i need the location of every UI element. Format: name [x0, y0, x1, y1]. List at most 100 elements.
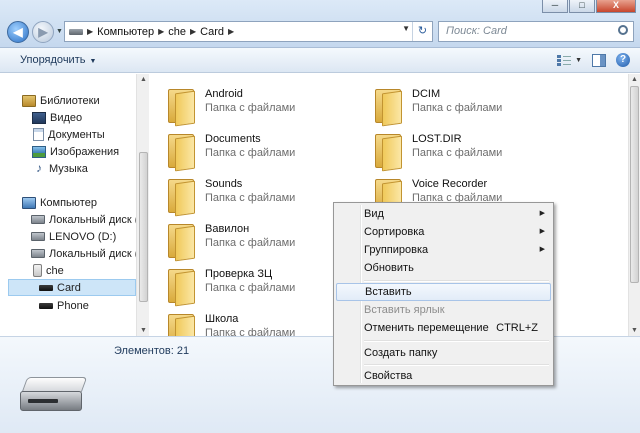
folder-item[interactable]: DCIM Папка с файлами: [373, 84, 573, 127]
sidebar-item-video[interactable]: Видео: [32, 109, 82, 126]
menu-item-paste[interactable]: Вставить: [336, 283, 551, 301]
sidebar-item-label: Видео: [50, 111, 83, 124]
sidebar-item-label: Музыка: [49, 162, 88, 175]
sidebar-item-label: Документы: [48, 128, 105, 141]
image-icon: [32, 145, 46, 158]
organize-button[interactable]: Упорядочить ▼: [20, 54, 96, 66]
organize-label: Упорядочить: [20, 54, 86, 66]
help-icon[interactable]: ?: [616, 53, 630, 67]
folder-name: Voice Recorder: [412, 178, 488, 190]
sidebar-item-phone[interactable]: Phone: [39, 297, 89, 314]
context-menu: Вид ▶ Сортировка ▶ Группировка ▶ Обновит…: [333, 202, 554, 386]
address-bar[interactable]: ▶ Компьютер ▶ che ▶ Card ▶ ▼ ↻: [64, 21, 433, 42]
menu-separator: [364, 364, 549, 366]
sidebar-item-label: che: [46, 264, 64, 277]
address-dropdown[interactable]: ▼: [402, 24, 410, 33]
menu-item-properties[interactable]: Свойства: [336, 367, 551, 385]
folder-icon: [166, 222, 196, 262]
menu-item-shortcut: CTRL+Z: [496, 322, 538, 334]
chevron-down-icon: ▼: [89, 58, 97, 65]
sidebar-item-computer[interactable]: Компьютер: [22, 194, 97, 211]
folder-type: Папка с файлами: [205, 192, 296, 204]
sidebar-item-images[interactable]: Изображения: [32, 143, 119, 160]
sidebar-item-libraries[interactable]: Библиотеки: [22, 92, 100, 109]
sidebar-item-music[interactable]: ♪ Музыка: [33, 160, 88, 177]
scroll-down-icon[interactable]: ▼: [140, 327, 147, 334]
folder-name: Школа: [205, 313, 239, 325]
scroll-down-icon[interactable]: ▼: [631, 327, 638, 334]
folder-item[interactable]: LOST.DIR Папка с файлами: [373, 129, 573, 172]
menu-item-undo-move[interactable]: Отменить перемещение CTRL+Z: [336, 319, 551, 337]
sidebar-item-documents[interactable]: Документы: [33, 126, 105, 143]
sidebar-item-label: Card: [57, 281, 81, 294]
views-icon[interactable]: [557, 53, 572, 67]
menu-item-refresh[interactable]: Обновить: [336, 259, 551, 277]
computer-icon: [22, 196, 36, 209]
sidebar-item-label: LENOVO (D:): [49, 230, 117, 243]
sidebar-item-local-disk-c[interactable]: Локальный диск (C: [31, 211, 146, 228]
title-bar: ─ □ X ◀ ▶ ▼ ▶ Компьютер ▶ che ▶ Card ▶ ▼…: [0, 0, 640, 48]
submenu-arrow-icon: ▶: [539, 210, 545, 217]
back-icon: ◀: [13, 25, 23, 39]
forward-button[interactable]: ▶: [32, 21, 54, 43]
search-icon[interactable]: [618, 25, 628, 35]
menu-item-view[interactable]: Вид ▶: [336, 205, 551, 223]
search-input[interactable]: Поиск: Card: [438, 21, 634, 42]
menu-item-sort[interactable]: Сортировка ▶: [336, 223, 551, 241]
document-icon: [33, 128, 44, 141]
folder-name: Вавилон: [205, 223, 250, 235]
music-icon: ♪: [36, 161, 42, 175]
breadcrumb-separator[interactable]: ▶: [190, 27, 196, 36]
folder-type: Папка с файлами: [412, 147, 503, 159]
sidebar-item-card[interactable]: Card: [8, 279, 136, 296]
scroll-up-icon[interactable]: ▲: [631, 76, 638, 83]
folder-icon: [166, 312, 196, 336]
folder-name: Sounds: [205, 178, 243, 190]
window-controls: ─ □ X: [542, 0, 636, 13]
folder-icon: [166, 132, 196, 172]
forward-icon: ▶: [38, 25, 48, 39]
content-scrollbar[interactable]: ▲ ▼: [628, 74, 640, 336]
recent-pages-dropdown[interactable]: ▼: [56, 28, 63, 35]
menu-item-paste-shortcut[interactable]: Вставить ярлык: [336, 301, 551, 319]
menu-item-label: Отменить перемещение: [364, 322, 489, 334]
folder-icon: [166, 267, 196, 307]
breadcrumb-che[interactable]: che: [168, 26, 186, 38]
phone-icon: [33, 264, 42, 277]
folder-icon: [373, 87, 403, 127]
video-icon: [32, 111, 46, 124]
sidebar-item-local-disk-q[interactable]: Локальный диск (Q: [31, 245, 147, 262]
folder-name: LOST.DIR: [412, 133, 462, 145]
navigation-scrollbar[interactable]: ▲ ▼: [136, 74, 149, 336]
card-icon: [39, 284, 53, 291]
menu-item-label: Группировка: [364, 244, 429, 256]
removable-drive-icon: [20, 377, 90, 417]
folder-icon: [166, 87, 196, 127]
maximize-button[interactable]: □: [569, 0, 595, 13]
menu-item-group[interactable]: Группировка ▶: [336, 241, 551, 259]
close-button[interactable]: X: [596, 0, 636, 13]
breadcrumb-separator[interactable]: ▶: [228, 27, 234, 36]
scrollbar-thumb[interactable]: [139, 152, 148, 302]
sidebar-item-che[interactable]: che: [33, 262, 64, 279]
folder-item[interactable]: Android Папка с файлами: [166, 84, 366, 127]
minimize-button[interactable]: ─: [542, 0, 568, 13]
refresh-icon[interactable]: ↻: [412, 22, 432, 41]
disk-icon: [31, 249, 45, 258]
back-button[interactable]: ◀: [7, 21, 29, 43]
menu-item-new-folder[interactable]: Создать папку: [336, 344, 551, 362]
scroll-up-icon[interactable]: ▲: [140, 76, 147, 83]
card-icon: [39, 302, 53, 309]
scrollbar-thumb[interactable]: [630, 86, 639, 283]
views-dropdown-icon[interactable]: ▼: [575, 57, 582, 64]
folder-item[interactable]: Documents Папка с файлами: [166, 129, 366, 172]
preview-pane-icon[interactable]: [592, 53, 606, 67]
folder-name: Documents: [205, 133, 261, 145]
sidebar-item-label: Изображения: [50, 145, 120, 158]
sidebar-item-lenovo[interactable]: LENOVO (D:): [31, 228, 116, 245]
breadcrumb-separator[interactable]: ▶: [158, 27, 164, 36]
breadcrumb-separator[interactable]: ▶: [87, 27, 93, 36]
folder-icon: [373, 132, 403, 172]
breadcrumb-card[interactable]: Card: [200, 26, 224, 38]
breadcrumb-computer[interactable]: Компьютер: [97, 26, 154, 38]
